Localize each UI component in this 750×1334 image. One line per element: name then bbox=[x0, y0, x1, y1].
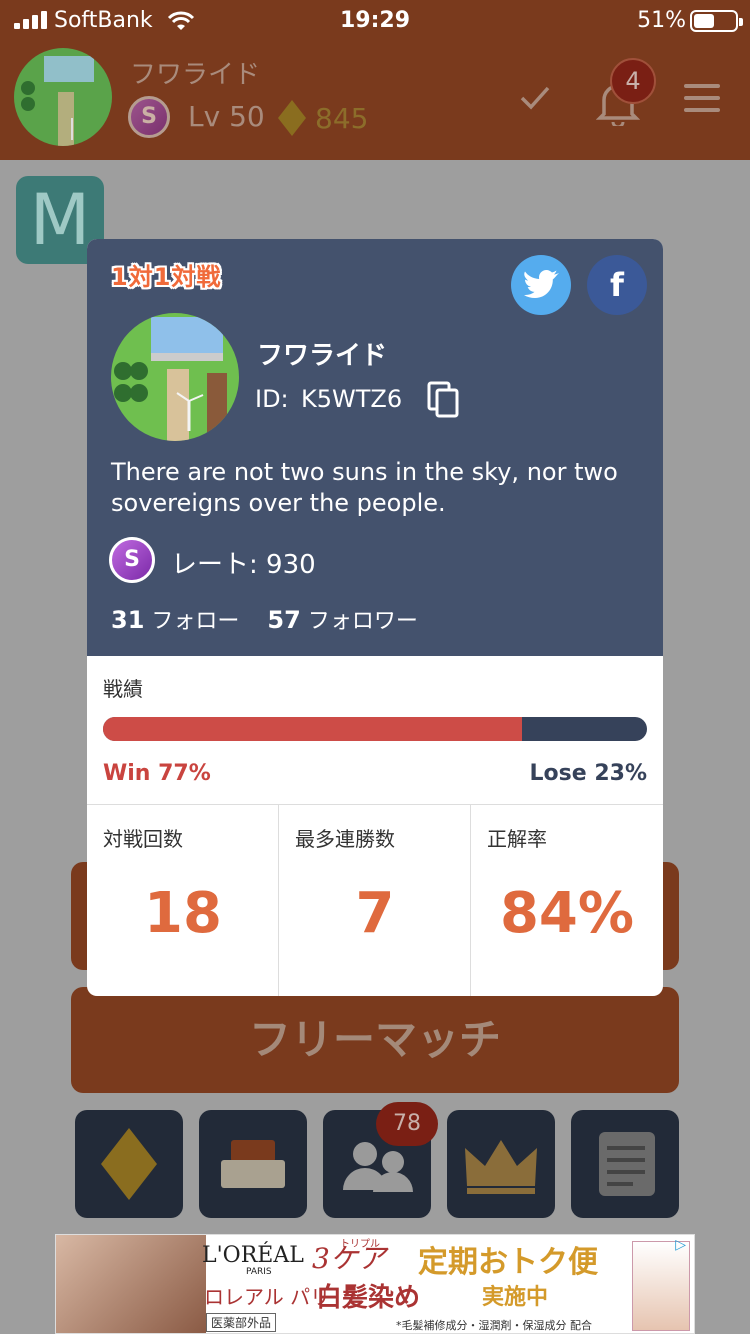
battery-icon bbox=[690, 10, 743, 32]
notification-badge: 4 bbox=[610, 58, 656, 104]
stat-value: 84% bbox=[499, 881, 635, 946]
box-icon bbox=[221, 1140, 285, 1188]
ad-model-image bbox=[56, 1235, 206, 1333]
win-bar-fill bbox=[103, 717, 522, 741]
free-match-button[interactable]: フリーマッチ bbox=[71, 987, 679, 1093]
profile-id: K5WTZ6 bbox=[301, 385, 403, 413]
stat-label: 正解率 bbox=[487, 827, 547, 851]
ad-brand-sub: PARIS bbox=[246, 1267, 272, 1277]
stat-label: 対戦回数 bbox=[103, 827, 183, 851]
ad-care-small: トリプル bbox=[340, 1239, 380, 1250]
facebook-share-button[interactable]: f bbox=[587, 255, 647, 315]
stat-value: 7 bbox=[355, 881, 395, 946]
avatar[interactable] bbox=[14, 48, 112, 146]
rank-badge: S bbox=[128, 96, 170, 138]
ad-fine-print: *毛髪補修成分・湿潤剤・保湿成分 配合 bbox=[396, 1319, 592, 1332]
stat-matches: 対戦回数 18 bbox=[87, 805, 279, 996]
twitter-share-button[interactable] bbox=[511, 255, 571, 315]
lose-label: Lose 23% bbox=[529, 761, 647, 786]
adchoices-icon[interactable]: ▷ bbox=[675, 1237, 686, 1253]
ad-product-box bbox=[632, 1241, 690, 1331]
following-label[interactable]: フォロー bbox=[151, 609, 239, 634]
stat-accuracy: 正解率 84% bbox=[471, 805, 663, 996]
rate-label: レート: 930 bbox=[171, 550, 316, 580]
stats-grid: 対戦回数 18 最多連勝数 7 正解率 84% bbox=[87, 804, 663, 996]
profile-modal: 1対1対戦 f フワライド ID: K5WTZ6 There are not t… bbox=[87, 239, 663, 996]
gem-shop-button[interactable] bbox=[75, 1110, 183, 1218]
mode-title: 1対1対戦 bbox=[111, 263, 222, 291]
following-count[interactable]: 31 bbox=[111, 606, 144, 634]
win-label: Win 77% bbox=[103, 761, 211, 786]
profile-name: フワライド bbox=[257, 341, 388, 371]
stat-value: 18 bbox=[144, 881, 222, 946]
win-loss-bar bbox=[103, 717, 647, 741]
friends-badge: 78 bbox=[376, 1102, 438, 1146]
document-icon bbox=[599, 1132, 655, 1196]
crown-icon bbox=[465, 1140, 537, 1194]
followers-label[interactable]: フォロワー bbox=[308, 609, 418, 634]
battery-percent: 51% bbox=[637, 8, 686, 33]
gem-icon bbox=[278, 100, 306, 136]
profile-avatar bbox=[111, 313, 239, 441]
ad-campaign: 定期おトク便 bbox=[418, 1245, 598, 1280]
profile-id-label: ID: bbox=[255, 385, 289, 413]
menu-icon[interactable] bbox=[684, 84, 720, 112]
user-name: フワライド bbox=[130, 60, 261, 90]
profile-header: 1対1対戦 f フワライド ID: K5WTZ6 There are not t… bbox=[87, 239, 663, 656]
status-bar: SoftBank 19:29 51% bbox=[0, 0, 750, 40]
app-header: フワライド S Lv 50 845 4 bbox=[0, 40, 750, 160]
follow-row: 31 フォロー 57 フォロワー bbox=[111, 603, 418, 635]
profile-bio: There are not two suns in the sky, nor t… bbox=[111, 458, 618, 517]
twitter-icon bbox=[524, 270, 559, 298]
ad-product: 白髪染め bbox=[316, 1283, 421, 1313]
record-title: 戦績 bbox=[103, 677, 143, 701]
check-icon[interactable] bbox=[518, 80, 552, 114]
facebook-icon: f bbox=[610, 266, 624, 304]
stat-win-streak: 最多連勝数 7 bbox=[279, 805, 471, 996]
ad-brand: L'ORÉAL bbox=[202, 1243, 304, 1268]
ad-jp-brand: ロレアル パリ bbox=[204, 1285, 331, 1309]
copy-icon[interactable] bbox=[427, 381, 461, 419]
followers-count[interactable]: 57 bbox=[267, 606, 300, 634]
history-button[interactable] bbox=[571, 1110, 679, 1218]
rank-badge: S bbox=[109, 537, 155, 583]
stat-label: 最多連勝数 bbox=[295, 827, 395, 851]
item-button[interactable] bbox=[199, 1110, 307, 1218]
ranking-button[interactable] bbox=[447, 1110, 555, 1218]
level-label: Lv 50 bbox=[188, 100, 265, 133]
ad-banner[interactable]: L'ORÉAL PARIS 3ケア トリプル 定期おトク便 ロレアル パリ 白髪… bbox=[55, 1234, 695, 1334]
ad-tag: 医薬部外品 bbox=[206, 1313, 277, 1332]
gem-count: 845 bbox=[315, 102, 369, 135]
diamond-icon bbox=[101, 1128, 157, 1200]
ad-ongoing: 実施中 bbox=[482, 1285, 549, 1310]
